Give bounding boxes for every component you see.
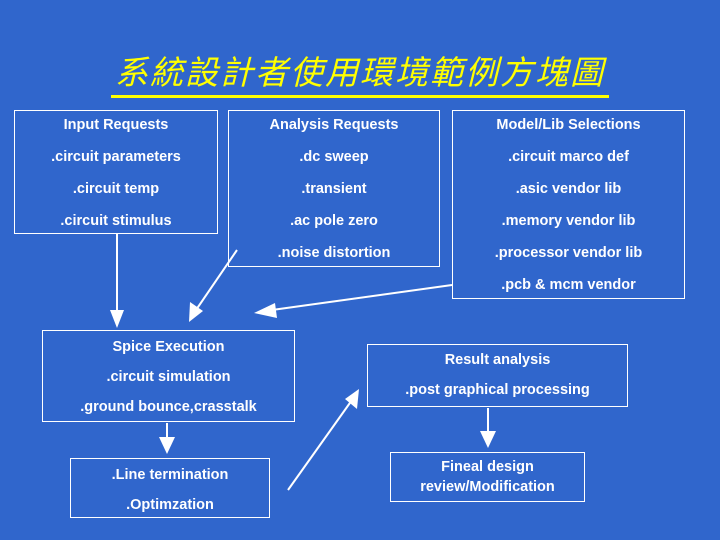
model-lib-item-2: .memory vendor lib [501, 213, 636, 229]
box-model-lib-selections[interactable]: Model/Lib Selections .circuit marco def … [452, 110, 685, 299]
slide-canvas: 系統設計者使用環境範例方塊圖 Input Requests .circuit p… [0, 0, 720, 540]
box-final-design[interactable]: Fineal design review/Modification [390, 452, 585, 502]
arrow-input-to-spice-icon [110, 234, 124, 328]
model-lib-item-1: .asic vendor lib [515, 181, 622, 197]
analysis-requests-item-0: .dc sweep [299, 149, 369, 165]
final-design-line-1: Fineal design [441, 459, 534, 475]
box-spice-execution[interactable]: Spice Execution .circuit simulation .gro… [42, 330, 295, 422]
analysis-requests-item-1: .transient [301, 181, 367, 197]
spice-execution-item-1: .ground bounce,crasstalk [80, 399, 257, 415]
input-requests-item-2: .circuit stimulus [60, 213, 172, 229]
result-analysis-item-0: .post graphical processing [405, 382, 590, 398]
input-requests-item-0: .circuit parameters [51, 149, 181, 165]
model-lib-item-0: .circuit marco def [508, 149, 629, 165]
line-termination-item-0: .Optimzation [126, 497, 214, 513]
arrow-model-to-spice-icon [254, 284, 453, 318]
box-analysis-requests[interactable]: Analysis Requests .dc sweep .transient .… [228, 110, 440, 267]
arrow-spice-to-line-termination-icon [159, 423, 175, 454]
spice-execution-header: Spice Execution [112, 339, 225, 355]
model-lib-item-3: .processor vendor lib [494, 245, 643, 261]
final-design-line-2: review/Modification [420, 479, 555, 495]
analysis-requests-header: Analysis Requests [269, 117, 399, 133]
spice-execution-item-0: .circuit simulation [106, 369, 231, 385]
input-requests-header: Input Requests [63, 117, 169, 133]
input-requests-item-1: .circuit temp [72, 181, 160, 197]
model-lib-header: Model/Lib Selections [496, 117, 641, 133]
analysis-requests-item-2: .ac pole zero [290, 213, 378, 229]
line-termination-header: .Line termination [111, 467, 229, 483]
model-lib-item-4: .pcb & mcm vendor [501, 277, 636, 293]
result-analysis-header: Result analysis [444, 352, 551, 368]
analysis-requests-item-3: .noise distortion [277, 245, 391, 261]
arrow-line-termination-to-result-icon [287, 389, 359, 491]
arrow-result-to-final-design-icon [480, 408, 496, 448]
box-line-termination[interactable]: .Line termination .Optimzation [70, 458, 270, 518]
box-input-requests[interactable]: Input Requests .circuit parameters .circ… [14, 110, 218, 234]
box-result-analysis[interactable]: Result analysis .post graphical processi… [367, 344, 628, 407]
page-title-text: 系統設計者使用環境範例方塊圖 [111, 53, 609, 98]
page-title: 系統設計者使用環境範例方塊圖 [0, 46, 720, 98]
